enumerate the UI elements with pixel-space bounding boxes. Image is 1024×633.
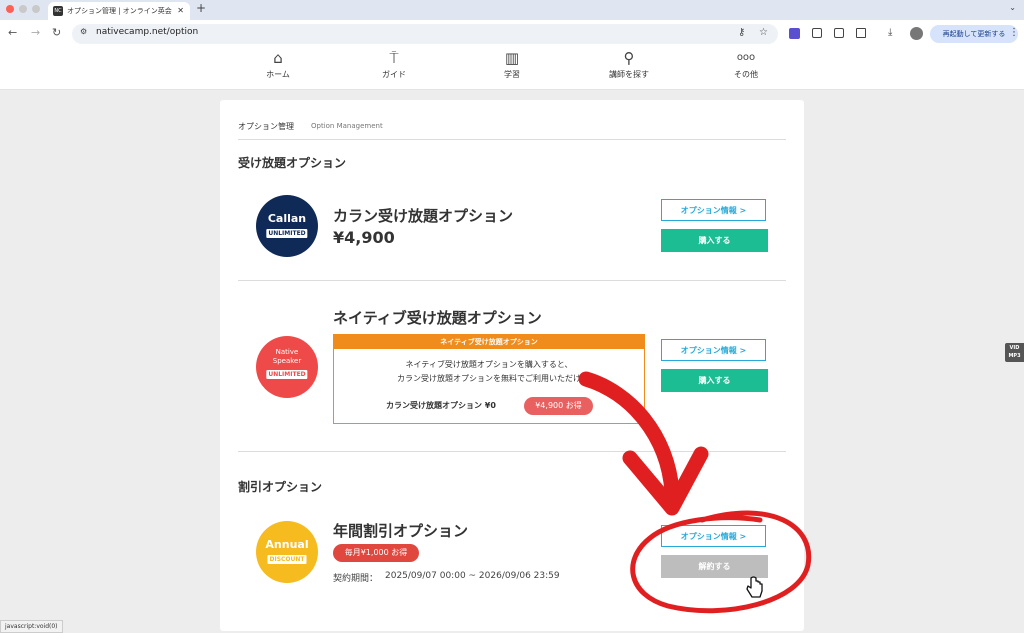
- side-widget-text: MP3: [1008, 353, 1021, 359]
- hand-cursor-icon: [746, 576, 763, 598]
- annotation-arrow-shaft: [578, 371, 680, 500]
- annotation-overlay: [578, 371, 812, 614]
- side-widget[interactable]: VID MP3: [1005, 343, 1024, 362]
- annotation-circle: [630, 510, 812, 614]
- status-bar-url: javascript:void(0): [0, 620, 63, 633]
- side-widget-text: VID: [1009, 345, 1020, 351]
